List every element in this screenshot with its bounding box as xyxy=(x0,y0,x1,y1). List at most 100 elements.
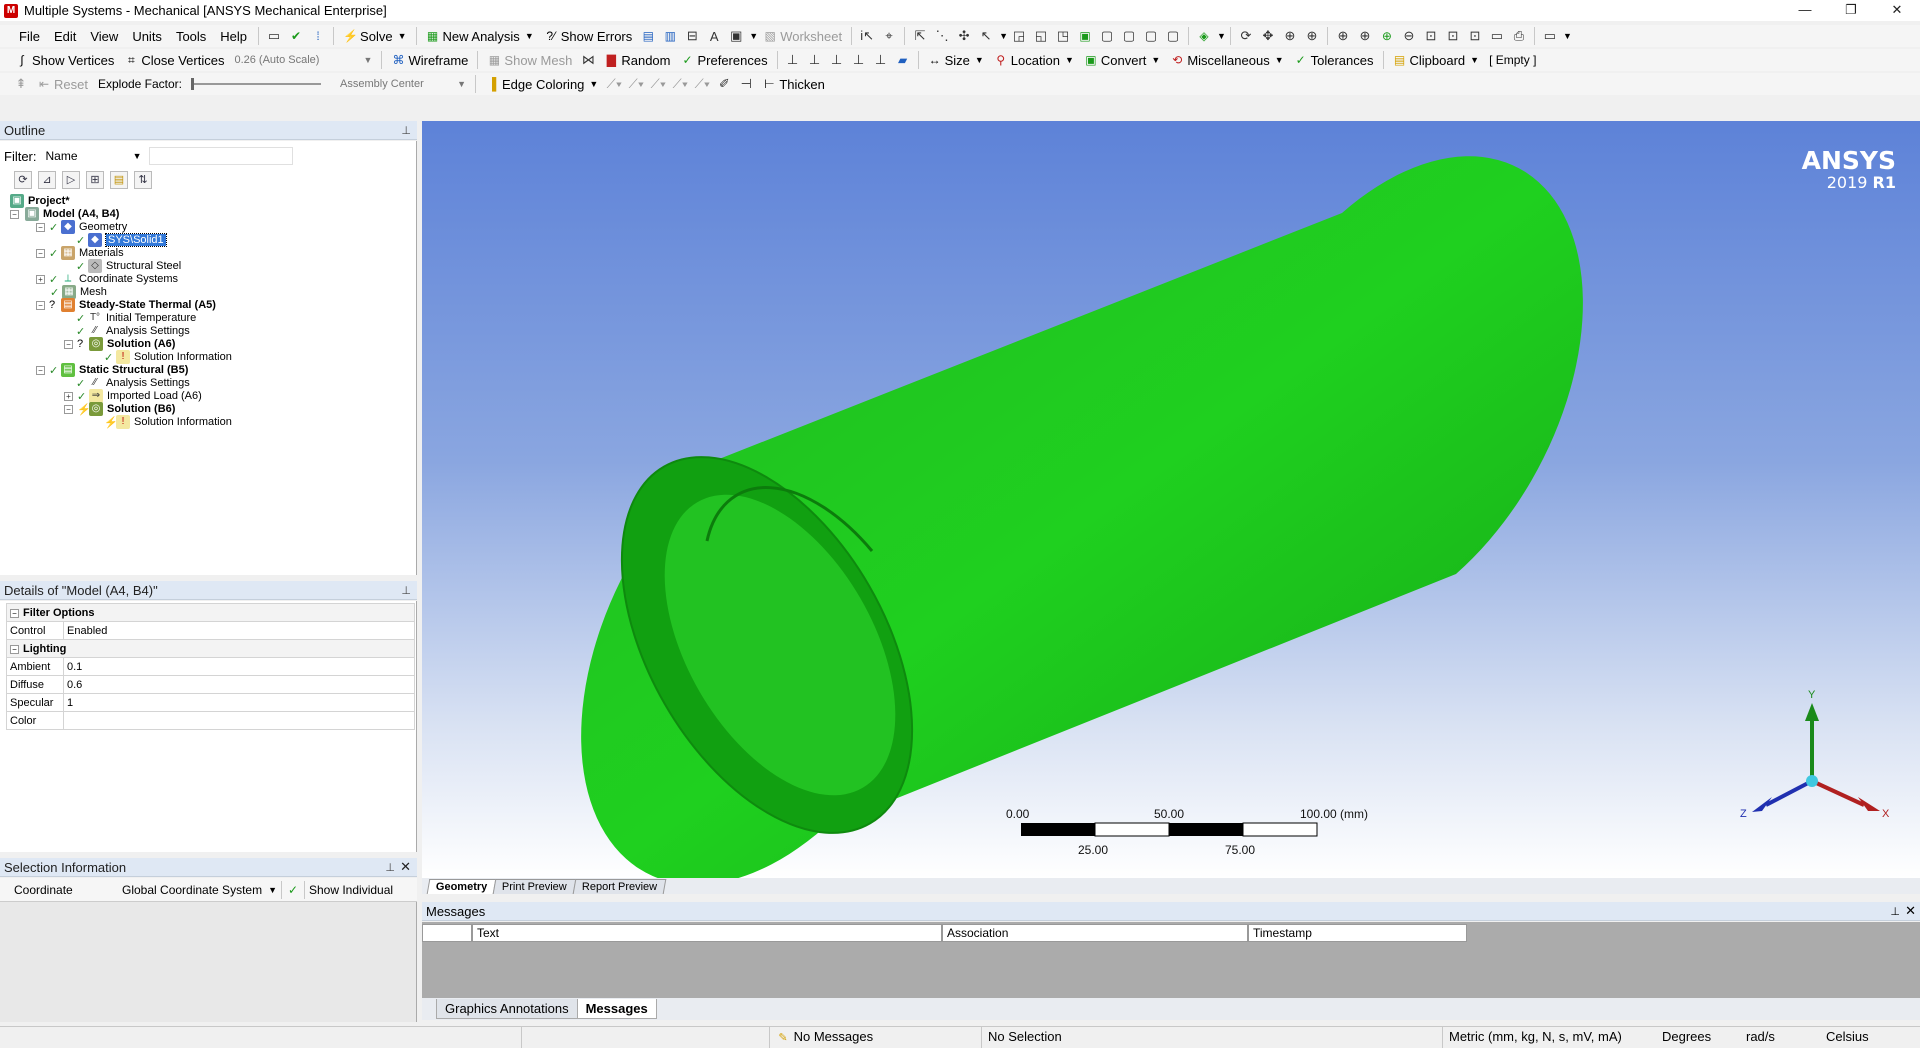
details-value[interactable]: 0.1 xyxy=(63,657,415,676)
show-mesh-button[interactable]: ▦ Show Mesh xyxy=(482,50,577,70)
edge-style-5-icon[interactable]: ⟋▾ xyxy=(691,74,713,94)
print-icon[interactable]: ⎙ xyxy=(1508,26,1530,46)
zoom-fit-icon[interactable]: ⊕ xyxy=(1332,26,1354,46)
check-icon[interactable]: ✓ xyxy=(286,883,300,897)
collapse-icon[interactable]: − xyxy=(64,339,73,349)
dimension-4-icon[interactable]: ⊥ xyxy=(848,50,870,70)
thicken-button[interactable]: ⊢ Thicken xyxy=(757,74,830,94)
select-edge-mode-icon[interactable]: ◱ xyxy=(1030,26,1052,46)
details-value[interactable] xyxy=(63,711,415,730)
tag-icon[interactable]: ⌖ xyxy=(878,26,900,46)
zoom-in-icon[interactable]: ⊕ xyxy=(1354,26,1376,46)
menu-tools[interactable]: Tools xyxy=(169,29,213,44)
new-analysis-button[interactable]: ▦ New Analysis ▼ xyxy=(421,26,539,46)
status-temperature-units[interactable]: Celsius xyxy=(1820,1027,1920,1048)
close-vertices-button[interactable]: ⌗ Close Vertices xyxy=(119,50,229,70)
details-row-diffuse[interactable]: Diffuse 0.6 xyxy=(6,675,415,694)
select-body-mode-icon[interactable]: ▣ xyxy=(1074,26,1096,46)
window-icon[interactable]: ▭ xyxy=(1486,26,1508,46)
dimension-5-icon[interactable]: ⊥ xyxy=(870,50,892,70)
pin-icon[interactable]: ⊥ xyxy=(401,124,411,137)
graphics-viewport[interactable]: ANSYS 2019 R1 0.00 50.00 100.00 (mm) 25.… xyxy=(422,121,1920,878)
edge-style-4-icon[interactable]: ⟋▾ xyxy=(669,74,691,94)
collapse-icon[interactable]: − xyxy=(36,300,45,310)
info-select-icon[interactable]: i↖ xyxy=(856,26,878,46)
close-icon[interactable]: ✕ xyxy=(1905,903,1916,919)
clipboard-icon[interactable]: ▭ xyxy=(263,26,285,46)
menu-view[interactable]: View xyxy=(83,29,125,44)
edge-width-icon[interactable]: ⊣ xyxy=(735,74,757,94)
edge-coloring-button[interactable]: ▐ Edge Coloring ▼ xyxy=(480,74,603,94)
status-angular-velocity-units[interactable]: rad/s xyxy=(1740,1027,1820,1048)
select-face-mode-icon[interactable]: ◳ xyxy=(1052,26,1074,46)
previous-view-icon[interactable]: ⊡ xyxy=(1420,26,1442,46)
scale-combo[interactable]: 0.26 (Auto Scale) ▼ xyxy=(229,51,377,69)
edge-style-2-icon[interactable]: ⟋▾ xyxy=(625,74,647,94)
edge-thin-icon[interactable]: ✐ xyxy=(713,74,735,94)
wireframe-button[interactable]: ⌘ Wireframe xyxy=(386,50,473,70)
show-individual-button[interactable]: Show Individual xyxy=(309,883,393,897)
status-messages[interactable]: ✎ No Messages xyxy=(769,1027,981,1048)
collapse-icon[interactable]: − xyxy=(10,644,19,654)
cursor-icon[interactable]: ↖ xyxy=(975,26,997,46)
folder-icon[interactable]: ▤ xyxy=(110,171,128,189)
explode-factor-slider[interactable] xyxy=(191,75,323,93)
select-vertex-icon[interactable]: ⋱ xyxy=(931,26,953,46)
collapse-icon[interactable]: − xyxy=(64,404,73,414)
tab-messages[interactable]: Messages xyxy=(576,999,657,1019)
zoom-selection-icon[interactable]: ⊕ xyxy=(1376,26,1398,46)
isometric-icon[interactable]: ⊡ xyxy=(1464,26,1486,46)
layout-icon[interactable]: ▭ xyxy=(1539,26,1561,46)
filter-input[interactable] xyxy=(148,147,293,165)
details-value[interactable]: 1 xyxy=(63,693,415,712)
details-group-lighting[interactable]: − Lighting xyxy=(6,639,415,658)
preferences-button[interactable]: ✓ Preferences xyxy=(675,50,772,70)
menu-help[interactable]: Help xyxy=(213,29,254,44)
select-point-icon[interactable]: ⇱ xyxy=(909,26,931,46)
explode-icon[interactable]: ⇞ xyxy=(10,74,32,94)
collapse-icon[interactable]: − xyxy=(36,365,45,375)
miscellaneous-button[interactable]: ⟲ Miscellaneous ▼ xyxy=(1165,50,1288,70)
text-icon[interactable]: A xyxy=(703,26,725,46)
image-icon[interactable]: ▣ xyxy=(725,26,747,46)
zoom-out-icon[interactable]: ⊖ xyxy=(1398,26,1420,46)
pipe-body[interactable] xyxy=(562,156,1583,878)
pan-icon[interactable]: ✥ xyxy=(1257,26,1279,46)
select-element-icon[interactable]: ▢ xyxy=(1096,26,1118,46)
table-icon[interactable]: ▤ xyxy=(637,26,659,46)
show-errors-button[interactable]: ?⁄ Show Errors xyxy=(539,26,638,46)
model-canvas[interactable] xyxy=(422,121,1920,878)
status-angle-units[interactable]: Degrees xyxy=(1656,1027,1740,1048)
pin-icon[interactable]: ⊥ xyxy=(385,861,395,874)
column-header-timestamp[interactable]: Timestamp xyxy=(1248,924,1467,942)
status-units[interactable]: Metric (mm, kg, N, s, mV, mA) xyxy=(1442,1027,1656,1048)
close-icon[interactable]: ✕ xyxy=(1874,0,1920,21)
dimension-3-icon[interactable]: ⊥ xyxy=(826,50,848,70)
tab-geometry[interactable]: Geometry xyxy=(426,879,497,894)
size-button[interactable]: ↔ Size ▼ xyxy=(923,50,989,70)
dimension-1-icon[interactable]: ⊥ xyxy=(782,50,804,70)
select-vertex-mode-icon[interactable]: ◲ xyxy=(1008,26,1030,46)
refresh-tree-icon[interactable]: ⟳ xyxy=(14,171,32,189)
solve-button[interactable]: ⚡ Solve ▼ xyxy=(338,26,411,46)
expand-all-icon[interactable]: ⊞ xyxy=(86,171,104,189)
filter-select[interactable]: Name ▼ xyxy=(42,147,143,165)
select-element-face-icon[interactable]: ▢ xyxy=(1118,26,1140,46)
cube-icon[interactable]: ◈ xyxy=(1193,26,1215,46)
details-value[interactable]: 0.6 xyxy=(63,675,415,694)
worksheet-button[interactable]: ▧ Worksheet xyxy=(758,26,847,46)
tree-item-solution-information-b6[interactable]: ⚡ ! Solution Information xyxy=(104,414,232,430)
collapse-icon[interactable]: − xyxy=(10,209,19,219)
menu-units[interactable]: Units xyxy=(125,29,169,44)
show-vertices-button[interactable]: ∫ Show Vertices xyxy=(10,50,119,70)
triad-origin[interactable] xyxy=(1806,775,1818,787)
edge-style-1-icon[interactable]: ⟋▾ xyxy=(603,74,625,94)
close-icon[interactable]: ✕ xyxy=(400,859,411,875)
restore-icon[interactable]: ❐ xyxy=(1828,0,1874,21)
select-mesh-icon[interactable]: ▢ xyxy=(1140,26,1162,46)
column-header-association[interactable]: Association xyxy=(942,924,1248,942)
pin-icon[interactable]: ⊥ xyxy=(1890,905,1900,918)
details-row-control[interactable]: Control Enabled xyxy=(6,621,415,640)
reset-button[interactable]: ⇤ Reset xyxy=(32,74,93,94)
assembly-center-combo[interactable]: Assembly Center ▼ xyxy=(335,75,471,93)
